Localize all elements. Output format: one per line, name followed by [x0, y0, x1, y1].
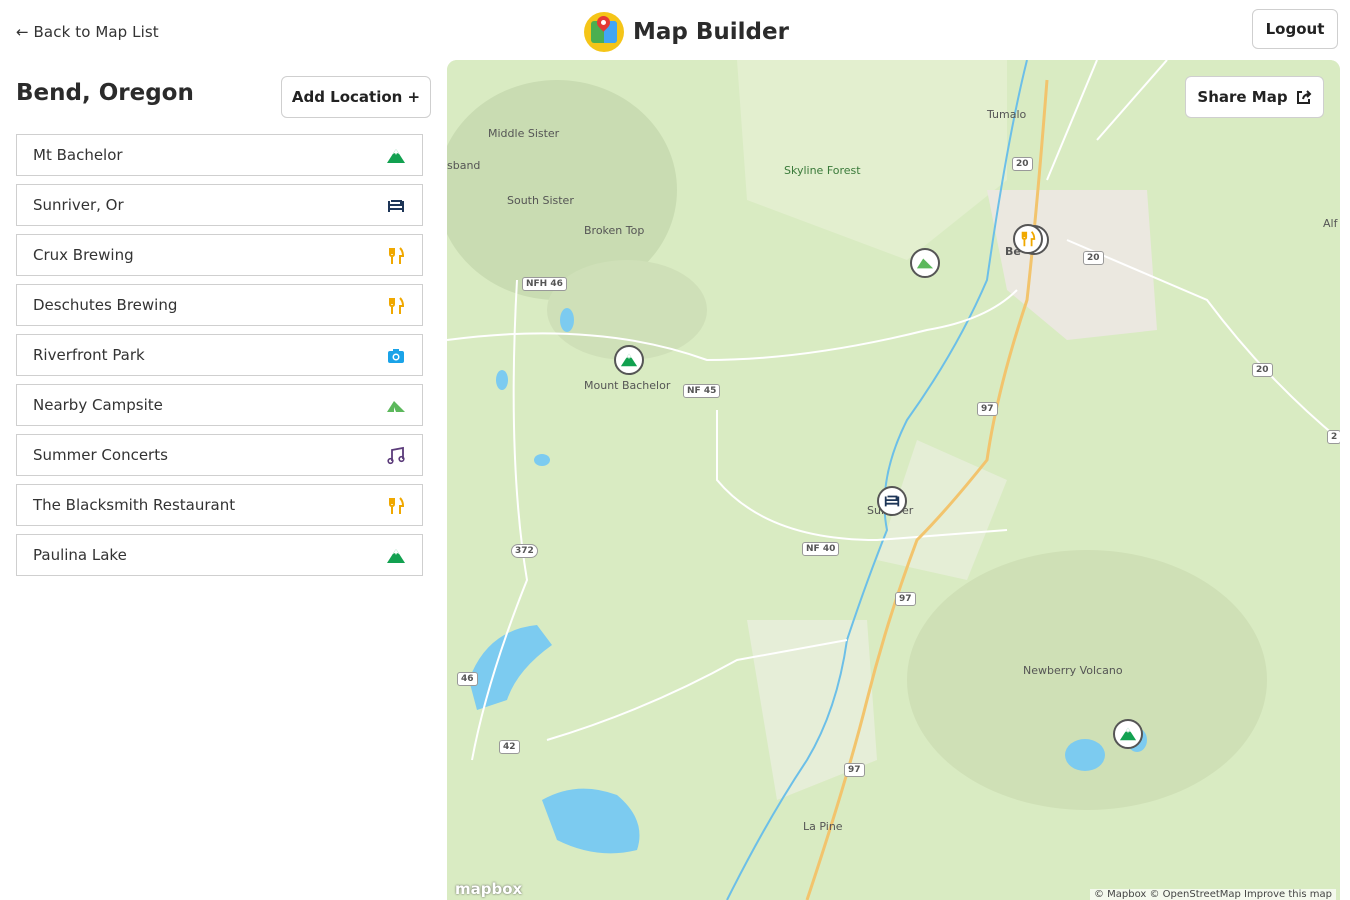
road-shield-97-north: 97	[977, 402, 998, 416]
share-map-button[interactable]: Share Map	[1185, 76, 1324, 118]
location-item[interactable]: Paulina Lake	[16, 534, 423, 576]
map-title: Bend, Oregon	[16, 80, 194, 106]
location-name: Deschutes Brewing	[33, 296, 178, 314]
mapbox-logo[interactable]: mapbox	[455, 880, 522, 898]
share-map-label: Share Map	[1197, 88, 1288, 106]
utensils-icon	[389, 247, 405, 264]
road-shield-20-far-east: 20	[1252, 363, 1273, 377]
utensils-icon	[1021, 231, 1036, 247]
tent-icon	[387, 401, 405, 412]
back-to-map-list-link[interactable]: ← Back to Map List	[16, 23, 159, 41]
tent-icon	[916, 258, 934, 269]
map-marker-sunriver[interactable]	[877, 486, 907, 516]
map-label-south-sister: South Sister	[507, 194, 574, 207]
location-item[interactable]: The Blacksmith Restaurant	[16, 484, 423, 526]
utensils-icon	[389, 497, 405, 514]
map-label-broken-top: Broken Top	[584, 224, 645, 237]
mountain-icon	[387, 549, 405, 563]
road-shield-2: 2	[1327, 430, 1340, 444]
mountain-icon	[1119, 727, 1137, 741]
location-name: Paulina Lake	[33, 546, 127, 564]
map-label-skyline-forest: Skyline Forest	[784, 164, 861, 177]
map-marker-mt-bachelor[interactable]	[614, 345, 644, 375]
road-shield-97-mid: 97	[895, 592, 916, 606]
road-shield-372: 372	[511, 544, 538, 558]
location-name: Summer Concerts	[33, 446, 168, 464]
location-item[interactable]: Summer Concerts	[16, 434, 423, 476]
location-item[interactable]: Nearby Campsite	[16, 384, 423, 426]
map-label-mount-bachelor: Mount Bachelor	[584, 379, 671, 392]
location-item[interactable]: Crux Brewing	[16, 234, 423, 276]
bed-icon	[388, 200, 404, 212]
mountain-icon	[387, 149, 405, 163]
location-name: Mt Bachelor	[33, 146, 123, 164]
location-name: The Blacksmith Restaurant	[33, 496, 236, 514]
map-label-sband: sband	[447, 159, 481, 172]
road-shield-nf40: NF 40	[802, 542, 840, 556]
brand: Map Builder	[584, 11, 789, 53]
map-label-middle-sister: Middle Sister	[488, 127, 560, 140]
map-marker-nearby-campsite[interactable]	[910, 248, 940, 278]
map-view[interactable]: Tumalo Middle Sister sband South Sister …	[447, 60, 1340, 900]
map-attribution[interactable]: © Mapbox © OpenStreetMap Improve this ma…	[1089, 889, 1336, 900]
map-label-tumalo: Tumalo	[987, 108, 1027, 121]
map-marker-paulina-lake[interactable]	[1113, 719, 1143, 749]
share-icon	[1296, 90, 1312, 104]
top-bar: ← Back to Map List Map Builder Logout	[0, 0, 1350, 60]
map-label-alf: Alf	[1323, 217, 1338, 230]
camera-icon	[388, 349, 404, 363]
road-shield-nf45: NF 45	[683, 384, 721, 398]
location-item[interactable]: Mt Bachelor	[16, 134, 423, 176]
road-shield-20-east: 20	[1083, 251, 1104, 265]
location-name: Sunriver, Or	[33, 196, 124, 214]
mountain-icon	[620, 353, 638, 367]
road-shield-nfh46: NFH 46	[522, 277, 567, 291]
map-label-newberry-volcano: Newberry Volcano	[1023, 664, 1123, 677]
map-logo-icon	[584, 12, 624, 52]
app-title: Map Builder	[633, 19, 789, 45]
logout-button[interactable]: Logout	[1252, 9, 1338, 49]
road-shield-46: 46	[457, 672, 478, 686]
road-shield-20-north: 20	[1012, 157, 1033, 171]
road-shield-97-south: 97	[844, 763, 865, 777]
location-list: Mt Bachelor Sunriver, Or Crux Brewing De…	[16, 134, 423, 584]
location-item[interactable]: Sunriver, Or	[16, 184, 423, 226]
map-label-la-pine: La Pine	[803, 820, 843, 833]
location-item[interactable]: Deschutes Brewing	[16, 284, 423, 326]
location-item[interactable]: Riverfront Park	[16, 334, 423, 376]
music-icon	[387, 446, 405, 465]
road-shield-42: 42	[499, 740, 520, 754]
add-location-button[interactable]: Add Location +	[281, 76, 431, 118]
utensils-icon	[389, 297, 405, 314]
location-name: Nearby Campsite	[33, 396, 163, 414]
bed-icon	[884, 495, 900, 507]
location-name: Crux Brewing	[33, 246, 134, 264]
location-name: Riverfront Park	[33, 346, 145, 364]
map-marker-deschutes-brewing[interactable]	[1013, 224, 1043, 254]
map-base-layer	[447, 60, 1340, 900]
